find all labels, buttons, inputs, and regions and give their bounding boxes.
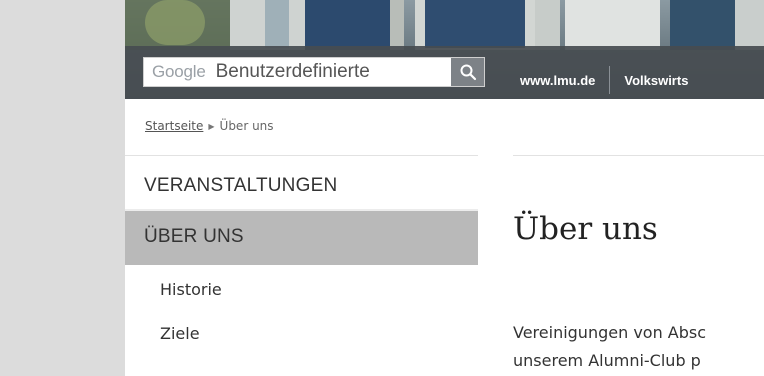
link-volkswirtschaft[interactable]: Volkswirts bbox=[624, 73, 688, 88]
sidebar-item-ueber-uns[interactable]: ÜBER UNS bbox=[125, 211, 478, 265]
window-blue-shape bbox=[425, 0, 525, 48]
breadcrumb-home-link[interactable]: Startseite bbox=[145, 119, 203, 133]
sidebar-nav: VERANSTALTUNGEN ÜBER UNS Historie Ziele bbox=[125, 165, 478, 353]
breadcrumb-current: Über uns bbox=[219, 119, 274, 133]
search-icon bbox=[460, 64, 476, 81]
window-blue-shape bbox=[305, 0, 390, 50]
window-pane-shape bbox=[265, 0, 289, 48]
content-divider bbox=[513, 155, 764, 156]
intro-line: Vereinigungen von Absc bbox=[513, 323, 707, 342]
intro-paragraph: Vereinigungen von Absc unserem Alumni-Cl… bbox=[513, 319, 764, 375]
google-custom-search[interactable]: Google bbox=[143, 57, 485, 87]
breadcrumb-divider bbox=[125, 155, 478, 156]
pillar-shape bbox=[735, 0, 764, 50]
header-link-divider bbox=[609, 66, 611, 94]
search-button[interactable] bbox=[451, 58, 484, 86]
breadcrumb-arrow-icon: ▶ bbox=[208, 121, 215, 131]
page-title: Über uns bbox=[513, 211, 658, 247]
sidebar-subitem-historie[interactable]: Historie bbox=[125, 265, 478, 309]
sidebar-item-veranstaltungen[interactable]: VERANSTALTUNGEN bbox=[125, 165, 478, 211]
pillar-shape bbox=[390, 0, 404, 50]
breadcrumb: Startseite ▶ Über uns bbox=[145, 119, 274, 133]
left-gutter bbox=[0, 0, 125, 376]
google-brand-label: Google bbox=[152, 62, 206, 81]
window-frame-shape bbox=[565, 0, 660, 50]
intro-line: unserem Alumni-Club p bbox=[513, 351, 701, 370]
window-blue-shape bbox=[670, 0, 735, 50]
pillar-shape bbox=[535, 0, 560, 50]
link-lmu[interactable]: www.lmu.de bbox=[520, 73, 595, 88]
sidebar-subitem-ziele[interactable]: Ziele bbox=[125, 309, 478, 353]
header-links: www.lmu.de Volkswirts bbox=[520, 66, 688, 94]
foliage-shape bbox=[145, 0, 205, 45]
search-input[interactable] bbox=[215, 61, 456, 83]
